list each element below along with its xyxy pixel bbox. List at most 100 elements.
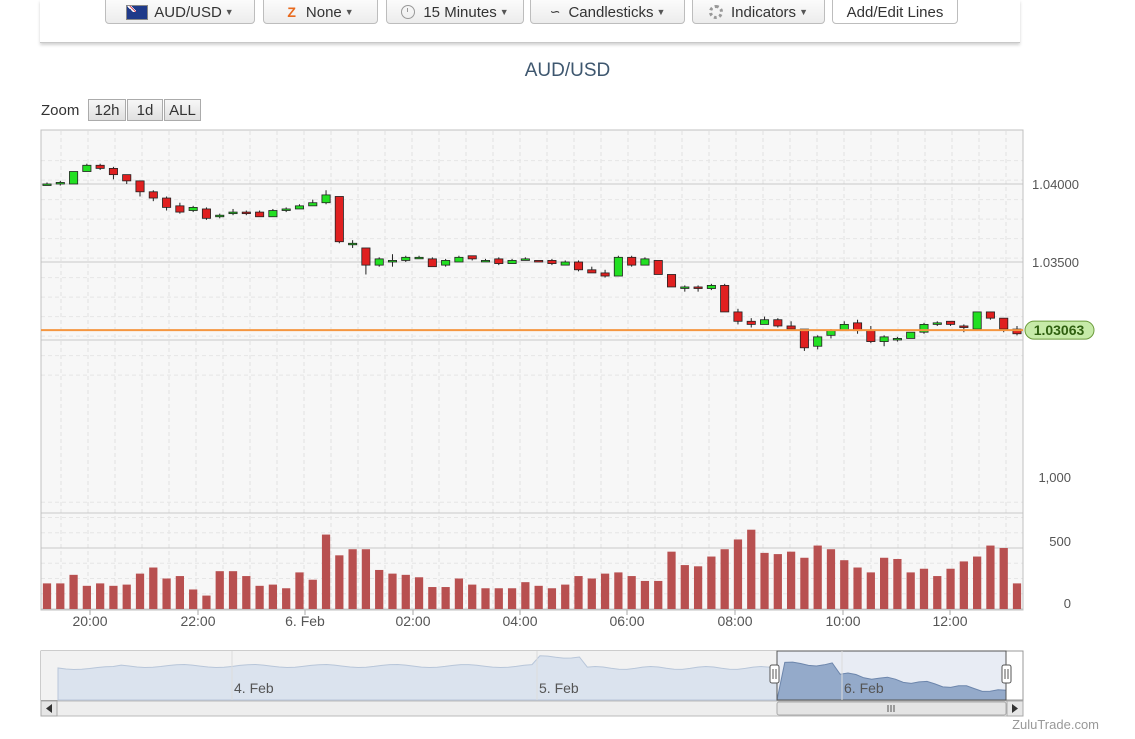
volume-bar [175,576,184,609]
volume-bar [414,577,424,609]
volume-bar [321,534,331,609]
volume-bar [933,576,942,609]
candle [799,328,809,351]
watermark: ZuluTrade.com [1012,717,1099,732]
time-tick-label: 08:00 [717,613,752,629]
time-tick-label: 04:00 [502,613,537,629]
volume-bar [149,567,158,609]
volume-bar [268,584,278,609]
volume-bar [361,549,371,609]
volume-bar [388,573,397,609]
volume-bar [707,556,716,609]
time-tick-label: 10:00 [825,613,860,629]
time-tick-label: 6. Feb [285,613,325,629]
volume-bar [747,529,756,609]
volume-bar [959,561,968,609]
volume-bar [986,545,995,609]
candle [906,331,916,339]
volume-bar [680,565,689,609]
price-tick-label: 1.03500 [1032,255,1079,270]
candle [494,257,504,266]
volume-bar [202,595,211,609]
navigator-right-handle[interactable] [1001,664,1012,684]
volume-bar [800,557,809,609]
navigator-date-label: 6. Feb [844,680,884,696]
volume-bar [999,548,1008,609]
candle [919,322,929,334]
candle [720,283,730,313]
navigator-date-label: 4. Feb [234,680,274,696]
volume-bar [853,567,862,609]
volume-bar [813,545,822,609]
volume-bar [587,578,596,609]
volume-bar [1012,583,1022,609]
volume-bar [335,555,344,609]
volume-bar [122,584,131,609]
volume-bar [521,582,530,609]
candle [972,311,982,330]
volume-bar [109,585,118,609]
time-tick-label: 22:00 [180,613,215,629]
volume-bar [946,568,955,609]
plot-background [41,130,1023,610]
volume-bar [282,588,291,609]
navigator-left-handle[interactable] [769,664,780,684]
volume-bar [614,572,623,609]
volume-bar [880,557,889,609]
volume-bar [69,574,78,609]
volume-bar [786,551,796,609]
volume-bar [640,580,650,609]
volume-bar [228,571,238,609]
volume-bar [255,585,264,609]
candle [640,257,650,266]
volume-bar [82,585,91,609]
volume-bar [574,576,583,609]
volume-bar [561,584,570,609]
candle [653,260,663,275]
volume-bar [135,573,145,609]
time-tick-label: 02:00 [395,613,430,629]
volume-bar [600,573,610,609]
time-tick-label: 20:00 [72,613,107,629]
volume-bar [441,587,450,609]
volume-bar [654,580,663,609]
volume-bar [906,572,915,609]
volume-bar [973,556,982,609]
volume-bar [375,569,384,609]
volume-bar [866,572,875,609]
navigator[interactable]: 4. Feb 5. Feb 6. Feb [40,650,1024,701]
candle [627,255,637,267]
candle [534,260,544,263]
candle [334,196,344,244]
volume-bar [507,588,517,609]
volume-bar [428,587,437,609]
volume-bar [189,589,198,609]
price-chart: 1.04000 1.03500 1,000 500 0 20:00 22:00 6. Feb 0… [40,129,1095,717]
scrollbar[interactable] [40,700,1024,717]
candle [374,257,384,267]
volume-bar [96,583,105,609]
candle [82,163,92,172]
candle [427,257,437,268]
navigator-date-label: 5. Feb [539,680,579,696]
volume-bar [840,560,849,609]
volume-bar [733,539,743,609]
candle [773,318,783,328]
candle [69,171,79,185]
navigator-selection[interactable] [776,650,1007,701]
volume-bar [893,558,902,609]
volume-bar [242,576,251,609]
volume-bar [720,549,729,609]
volume-bar [534,585,543,609]
volume-bar [773,554,782,609]
volume-bar [215,571,224,609]
volume-bar [481,588,490,609]
candle [268,208,278,218]
volume-bar [627,576,636,609]
volume-bar [693,566,703,609]
volume-bar [494,588,503,609]
candle [985,311,995,320]
time-tick-label: 12:00 [932,613,967,629]
volume-bar [454,578,464,609]
volume-bar [667,551,676,609]
